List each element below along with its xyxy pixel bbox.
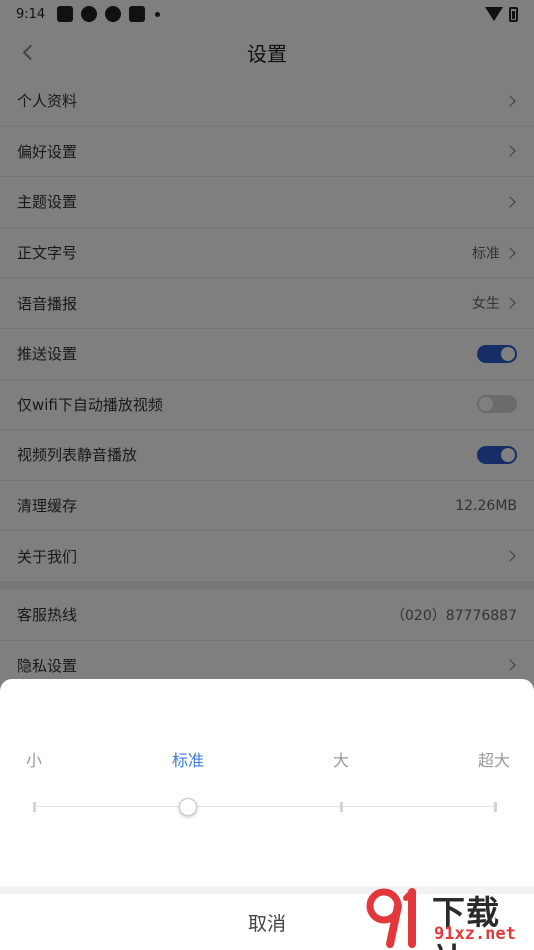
- font-size-option-large[interactable]: 大: [333, 747, 349, 771]
- slider-tick: [340, 802, 343, 812]
- font-size-options: 小 标准 大 超大: [0, 747, 534, 770]
- font-size-option-small[interactable]: 小: [26, 747, 42, 771]
- watermark: 下载站 91xz.net: [362, 884, 532, 950]
- font-size-slider-thumb[interactable]: [179, 798, 197, 816]
- slider-tick: [494, 802, 497, 812]
- font-size-slider-track[interactable]: [34, 806, 496, 807]
- font-size-option-standard[interactable]: 标准: [172, 747, 204, 771]
- watermark-logo-icon: [366, 888, 416, 948]
- watermark-domain: 91xz.net: [434, 924, 516, 944]
- font-size-option-extra-large[interactable]: 超大: [478, 747, 510, 771]
- slider-tick: [33, 802, 36, 812]
